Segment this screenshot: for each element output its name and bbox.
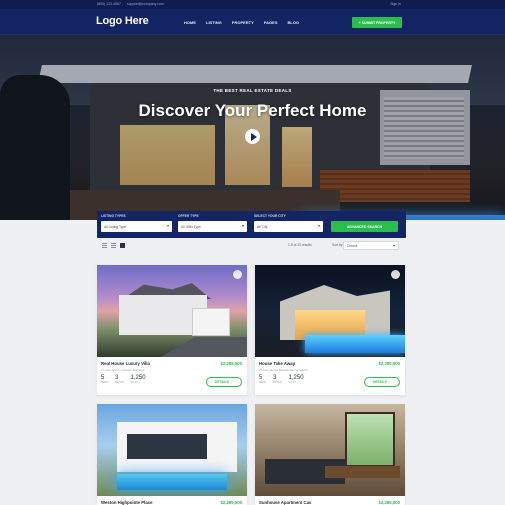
sort-label: Sort by bbox=[332, 243, 343, 247]
main-navbar: Logo Here HOME LISTING PROPERTY PAGES BL… bbox=[0, 9, 505, 35]
listing-title[interactable]: Weston Highpointe Place bbox=[101, 500, 153, 505]
play-icon[interactable] bbox=[245, 129, 260, 144]
listing-address: 77 Ives Street, London, England bbox=[101, 368, 144, 372]
listing-photo[interactable]: ♡ bbox=[97, 265, 247, 357]
listing-card[interactable]: ♡ House Take Away $2,285,500 77 Ives Str… bbox=[255, 265, 405, 395]
chevron-down-icon bbox=[393, 245, 395, 247]
listing-card[interactable]: Sunhouse Apartment Cas $2,285,500 bbox=[255, 404, 405, 505]
list-icon[interactable] bbox=[102, 243, 107, 248]
listing-photo[interactable] bbox=[255, 404, 405, 496]
chevron-down-icon bbox=[167, 225, 169, 227]
beds-spec: 5 BEDS bbox=[259, 375, 267, 384]
email-address[interactable]: support@company.com bbox=[127, 2, 164, 6]
listing-specs: 5 BEDS 3 BATHS 1,250 SQ FT bbox=[101, 375, 146, 384]
baths-spec: 3 BATHS bbox=[273, 375, 282, 384]
nav-item-pages[interactable]: PAGES bbox=[264, 20, 278, 25]
listing-type-label: LISTING TYPES bbox=[101, 214, 126, 218]
signin-link[interactable]: Sign In bbox=[390, 2, 401, 6]
city-select[interactable]: All City bbox=[254, 221, 323, 232]
sort-select[interactable]: Default bbox=[343, 241, 399, 250]
listing-price: $2,285,500 bbox=[220, 361, 242, 366]
listing-card[interactable]: Weston Highpointe Place $2,285,500 bbox=[97, 404, 247, 505]
listing-photo[interactable]: ♡ bbox=[255, 265, 405, 357]
main-nav: HOME LISTING PROPERTY PAGES BLOG bbox=[184, 20, 299, 25]
listing-title[interactable]: House Take Away bbox=[259, 361, 295, 366]
chevron-down-icon bbox=[318, 225, 320, 227]
list-compact-icon[interactable] bbox=[111, 243, 116, 248]
nav-item-property[interactable]: PROPERTY bbox=[232, 20, 254, 25]
offer-type-label: OFFER TYPE bbox=[178, 214, 199, 218]
hero-tagline: THE BEST REAL ESTATE DEALS bbox=[213, 88, 292, 93]
results-toolbar: 1-8 of 20 results Sort by Default bbox=[97, 241, 406, 251]
submit-property-button[interactable]: + SUBMIT PROPERTY bbox=[352, 17, 402, 28]
baths-spec: 3 BATHS bbox=[115, 375, 124, 384]
listing-specs: 5 BEDS 3 BATHS 1,250 SQ FT bbox=[259, 375, 304, 384]
listing-price: $2,285,500 bbox=[378, 500, 400, 505]
hero-banner: THE BEST REAL ESTATE DEALS Discover Your… bbox=[0, 35, 505, 220]
property-search-bar: LISTING TYPES All Listing Type OFFER TYP… bbox=[97, 211, 406, 238]
area-spec: 1,250 SQ FT bbox=[130, 375, 146, 384]
phone-number: (800) 123-4567 bbox=[97, 2, 121, 6]
heart-icon[interactable]: ♡ bbox=[391, 270, 400, 279]
listing-type-select[interactable]: All Listing Type bbox=[101, 221, 172, 232]
nav-item-home[interactable]: HOME bbox=[184, 20, 196, 25]
details-button[interactable]: DETAILS → bbox=[364, 377, 400, 387]
listing-price: $2,285,500 bbox=[378, 361, 400, 366]
site-logo[interactable]: Logo Here bbox=[96, 15, 149, 27]
city-label: SELECT YOUR CITY bbox=[254, 214, 286, 218]
hero-headline: Discover Your Perfect Home bbox=[138, 101, 367, 120]
listing-title[interactable]: Sunhouse Apartment Cas bbox=[259, 500, 311, 505]
nav-item-listing[interactable]: LISTING bbox=[206, 20, 222, 25]
listing-address: 77 Ives Street, Manchester, England bbox=[259, 368, 308, 372]
top-info-bar: (800) 123-4567 support@company.com Sign … bbox=[0, 0, 505, 9]
heart-icon[interactable]: ♡ bbox=[233, 270, 242, 279]
chevron-down-icon bbox=[242, 225, 244, 227]
results-count: 1-8 of 20 results bbox=[288, 243, 312, 247]
beds-spec: 5 BEDS bbox=[101, 375, 109, 384]
listing-photo[interactable] bbox=[97, 404, 247, 496]
listing-title[interactable]: Real House Luxury Villa bbox=[101, 361, 150, 366]
listing-card[interactable]: ♡ Real House Luxury Villa $2,285,500 77 … bbox=[97, 265, 247, 395]
area-spec: 1,250 SQ FT bbox=[288, 375, 304, 384]
grid-icon[interactable] bbox=[120, 243, 125, 248]
offer-type-select[interactable]: All Offer Type bbox=[178, 221, 247, 232]
details-button[interactable]: DETAILS → bbox=[206, 377, 242, 387]
nav-item-blog[interactable]: BLOG bbox=[288, 20, 300, 25]
advanced-search-button[interactable]: ADVANCED SEARCH bbox=[331, 221, 398, 232]
listing-price: $2,285,500 bbox=[220, 500, 242, 505]
